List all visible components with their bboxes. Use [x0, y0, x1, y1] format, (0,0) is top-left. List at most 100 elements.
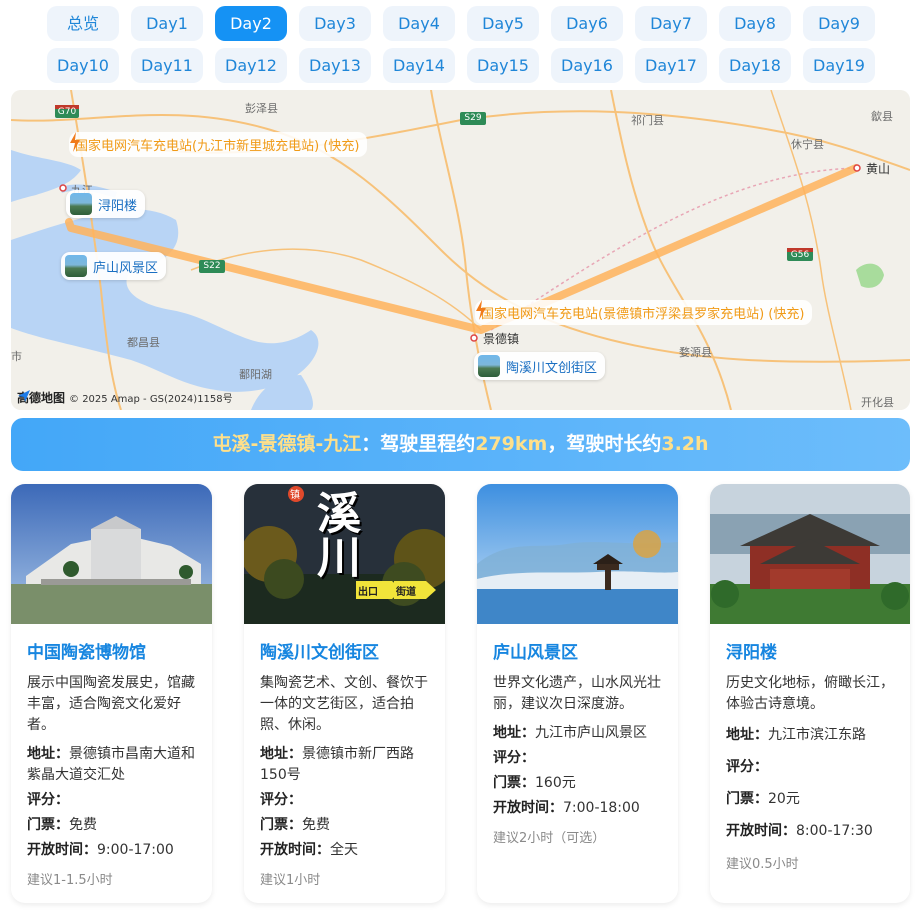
attraction-title: 浔阳楼	[726, 643, 777, 663]
poster-sign-text: 街道	[396, 587, 416, 598]
attraction-description: 世界文化遗产，山水风光壮丽，建议次日深度游。	[493, 675, 661, 712]
visit-duration-tip: 建议0.5小时	[726, 857, 799, 872]
hours-row: 开放时间：7:00-18:00	[493, 800, 640, 816]
attraction-card[interactable]: 溪川 镇 出口 街道 陶溪川文创街区 集陶瓷艺术、文创、餐饮于一体的文艺街区，适…	[244, 484, 445, 903]
place-label: 景德镇	[483, 332, 520, 346]
charging-station-jingdezhen[interactable]: 国家电网汽车充电站(景德镇市浮梁县罗家充电站) (快充)	[475, 300, 813, 325]
tab-day3[interactable]: Day3	[299, 6, 371, 41]
tab-day8[interactable]: Day8	[719, 6, 791, 41]
attraction-title: 庐山风景区	[493, 643, 578, 663]
visit-duration-tip: 建议2小时（可选）	[493, 831, 606, 846]
ticket-row: 门票：免费	[27, 817, 97, 833]
tab-day12[interactable]: Day12	[215, 48, 287, 83]
hours-row: 开放时间：9:00-17:00	[27, 842, 174, 858]
attraction-photo	[11, 484, 212, 624]
place-label: 彭泽县	[245, 102, 278, 115]
ticket-row: 门票：20元	[726, 791, 800, 807]
tab-day4[interactable]: Day4	[383, 6, 455, 41]
poster-title-text: 溪川	[309, 490, 360, 578]
route-map[interactable]: G70 S29 S22 G56 彭泽县 祁门县 歙县 休宁县 黄山 九江 都昌县…	[11, 90, 910, 410]
attraction-description: 历史文化地标，俯瞰长江，体验古诗意境。	[726, 675, 894, 712]
lightning-icon	[476, 300, 486, 320]
attraction-photo: 溪川 镇 出口 街道	[244, 484, 445, 624]
visit-duration-tip: 建议1-1.5小时	[27, 873, 113, 888]
map-copyright: © 2025 Amap - GS(2024)1158号	[69, 394, 233, 405]
poster-sign-text: 出口	[358, 587, 378, 598]
rating-row: 评分：	[493, 750, 535, 766]
route-summary-banner: 屯溪-景德镇-九江：驾驶里程约279km，驾驶时长约3.2h	[11, 418, 910, 471]
attraction-description: 展示中国陶瓷发展史，馆藏丰富，适合陶瓷文化爱好者。	[27, 675, 195, 733]
visit-duration-tip: 建议1小时	[260, 873, 321, 888]
tab-day6[interactable]: Day6	[551, 6, 623, 41]
place-label: 开化县	[861, 396, 894, 409]
attraction-title: 中国陶瓷博物馆	[27, 643, 146, 663]
hours-row: 开放时间：全天	[260, 842, 358, 858]
attraction-card[interactable]: 庐山风景区 世界文化遗产，山水风光壮丽，建议次日深度游。 地址：九江市庐山风景区…	[477, 484, 678, 903]
attraction-description: 集陶瓷艺术、文创、餐饮于一体的文艺街区，适合拍照、休闲。	[260, 675, 428, 733]
tab-day10[interactable]: Day10	[47, 48, 119, 83]
charging-station-jiujiang[interactable]: 国家电网汽车充电站(九江市新里城充电站) (快充)	[69, 132, 368, 157]
address-row: 地址：九江市滨江东路	[726, 727, 866, 743]
attraction-photo	[477, 484, 678, 624]
poi-lushan[interactable]: 庐山风景区	[61, 252, 167, 280]
amap-attribution: 高德地图 © 2025 Amap - GS(2024)1158号	[17, 389, 233, 406]
tab-day15[interactable]: Day15	[467, 48, 539, 83]
tab-day16[interactable]: Day16	[551, 48, 623, 83]
distance-value: 279km	[475, 433, 548, 455]
tab-day13[interactable]: Day13	[299, 48, 371, 83]
poi-label: 庐山风景区	[93, 260, 159, 276]
lightning-icon	[70, 132, 80, 152]
place-label: 歙县	[871, 110, 893, 123]
place-label: 休宁县	[791, 138, 824, 151]
amap-logo-icon	[18, 390, 30, 402]
tab-day2[interactable]: Day2	[215, 6, 287, 41]
tab-day14[interactable]: Day14	[383, 48, 455, 83]
address-row: 地址：景德镇市新厂西路150号	[260, 746, 414, 783]
charging-station-label: 国家电网汽车充电站(景德镇市浮梁县罗家充电站) (快充)	[481, 307, 805, 322]
attraction-title: 陶溪川文创街区	[260, 643, 379, 663]
tab-day9[interactable]: Day9	[803, 6, 875, 41]
poi-thumbnail	[65, 255, 87, 277]
duration-value: 3.2h	[661, 433, 709, 455]
poster-badge-text: 镇	[290, 490, 300, 501]
road-badge-label: G56	[790, 250, 810, 260]
ticket-row: 门票：160元	[493, 775, 576, 791]
place-label: 祁门县	[631, 114, 664, 127]
tab-day17[interactable]: Day17	[635, 48, 707, 83]
place-label: 鄱阳湖	[239, 368, 272, 381]
tab-day7[interactable]: Day7	[635, 6, 707, 41]
charging-station-label: 国家电网汽车充电站(九江市新里城充电站) (快充)	[75, 139, 360, 154]
road-badge-label: G70	[57, 107, 77, 117]
rating-row: 评分：	[726, 759, 768, 775]
distance-label: ：驾驶里程约	[361, 433, 476, 455]
duration-label: ，驾驶时长约	[547, 433, 662, 455]
tab-day11[interactable]: Day11	[131, 48, 203, 83]
ticket-row: 门票：免费	[260, 817, 330, 833]
poi-taoxichuan[interactable]: 陶溪川文创街区	[474, 352, 606, 380]
tab-day18[interactable]: Day18	[719, 48, 791, 83]
route-name: 屯溪-景德镇-九江	[212, 433, 362, 455]
tab-day5[interactable]: Day5	[467, 6, 539, 41]
rating-row: 评分：	[260, 792, 302, 808]
road-badge-label: S22	[203, 261, 221, 271]
tab-overview[interactable]: 总览	[47, 6, 119, 41]
poi-label: 陶溪川文创街区	[506, 360, 598, 376]
place-label: 婺源县	[679, 346, 712, 359]
place-label: 黄山	[866, 162, 891, 176]
address-row: 地址：景德镇市昌南大道和紫晶大道交汇处	[27, 746, 195, 783]
poi-thumbnail	[478, 355, 500, 377]
place-label: 市	[11, 350, 22, 363]
hours-row: 开放时间：8:00-17:30	[726, 823, 873, 839]
attraction-card[interactable]: 中国陶瓷博物馆 展示中国陶瓷发展史，馆藏丰富，适合陶瓷文化爱好者。 地址：景德镇…	[11, 484, 212, 903]
tab-day19[interactable]: Day19	[803, 48, 875, 83]
address-row: 地址：九江市庐山风景区	[493, 725, 647, 741]
attraction-photo	[710, 484, 910, 624]
tab-day1[interactable]: Day1	[131, 6, 203, 41]
poi-xunyang-tower[interactable]: 浔阳楼	[66, 190, 146, 218]
place-label: 都昌县	[127, 336, 160, 349]
poi-label: 浔阳楼	[98, 198, 138, 214]
road-badge-label: S29	[464, 113, 482, 123]
poi-thumbnail	[70, 193, 92, 215]
rating-row: 评分：	[27, 792, 69, 808]
attraction-card[interactable]: 浔阳楼 历史文化地标，俯瞰长江，体验古诗意境。 地址：九江市滨江东路 评分： 门…	[710, 484, 910, 903]
